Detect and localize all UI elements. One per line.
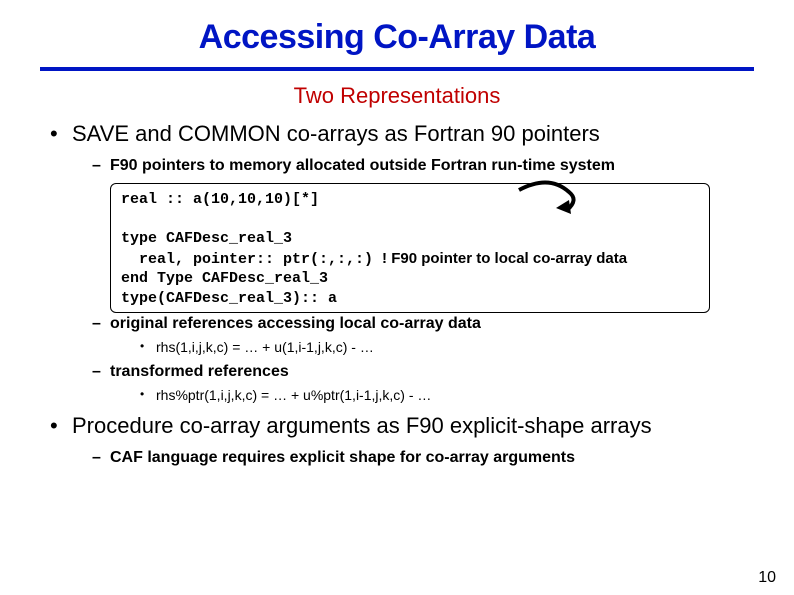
- bullet-item-1: SAVE and COMMON co-arrays as Fortran 90 …: [50, 121, 754, 403]
- slide-subtitle: Two Representations: [40, 83, 754, 109]
- bullet-text-1: SAVE and COMMON co-arrays as Fortran 90 …: [72, 121, 600, 146]
- title-rule: [40, 67, 754, 71]
- dash-item-3: transformed references rhs%ptr(1,i,j,k,c…: [92, 363, 754, 403]
- bullet-item-2: Procedure co-array arguments as F90 expl…: [50, 413, 754, 467]
- code-line-1: real :: a(10,10,10)[*]: [121, 190, 699, 210]
- dash-item-1: F90 pointers to memory allocated outside…: [92, 157, 754, 313]
- code-line-4: end Type CAFDesc_real_3: [121, 269, 699, 289]
- code-pre: real, pointer:: ptr(:,:,:): [121, 251, 382, 268]
- code-line-5: type(CAFDesc_real_3):: a: [121, 289, 699, 309]
- dash-item-2: original references accessing local co-a…: [92, 315, 754, 355]
- curved-arrow-icon: [509, 178, 589, 218]
- dot-list-1: rhs(1,i,j,k,c) = … + u(1,i-1,j,k,c) - …: [110, 339, 754, 355]
- dash-item-4: CAF language requires explicit shape for…: [92, 449, 754, 467]
- bullet-list: SAVE and COMMON co-arrays as Fortran 90 …: [40, 121, 754, 467]
- dash-text-1: F90 pointers to memory allocated outside…: [110, 157, 615, 174]
- dash-text-2: original references accessing local co-a…: [110, 315, 481, 332]
- code-box: real :: a(10,10,10)[*] type CAFDesc_real…: [110, 183, 710, 313]
- dash-text-3: transformed references: [110, 363, 289, 380]
- dash-text-4: CAF language requires explicit shape for…: [110, 449, 575, 466]
- code-line-2: type CAFDesc_real_3: [121, 229, 699, 249]
- bullet-text-2: Procedure co-array arguments as F90 expl…: [72, 413, 652, 438]
- code-comment: ! F90 pointer to local co-array data: [382, 250, 627, 267]
- dot-item-1: rhs(1,i,j,k,c) = … + u(1,i-1,j,k,c) - …: [140, 339, 754, 355]
- dash-list-1: F90 pointers to memory allocated outside…: [72, 157, 754, 403]
- dot-item-2: rhs%ptr(1,i,j,k,c) = … + u%ptr(1,i-1,j,k…: [140, 387, 754, 403]
- dot-list-2: rhs%ptr(1,i,j,k,c) = … + u%ptr(1,i-1,j,k…: [110, 387, 754, 403]
- slide-title: Accessing Co-Array Data: [40, 18, 754, 57]
- code-line-3: real, pointer:: ptr(:,:,:) ! F90 pointer…: [121, 249, 699, 270]
- code-blank: [121, 210, 699, 230]
- page-number: 10: [758, 569, 776, 587]
- dash-list-2: CAF language requires explicit shape for…: [72, 449, 754, 467]
